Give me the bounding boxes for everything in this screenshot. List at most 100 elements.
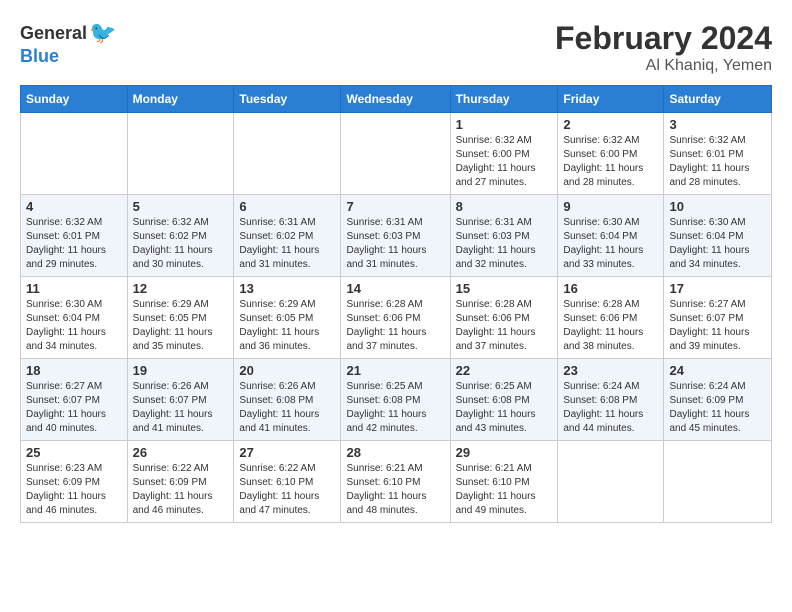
day-info: Sunrise: 6:27 AMSunset: 6:07 PMDaylight:…	[26, 380, 122, 436]
day-cell: 25 Sunrise: 6:23 AMSunset: 6:09 PMDayligh…	[21, 441, 128, 523]
day-number: 8	[456, 199, 553, 214]
title-section: February 2024 Al Khaniq, Yemen	[555, 20, 772, 75]
day-info: Sunrise: 6:26 AMSunset: 6:07 PMDaylight:…	[133, 380, 229, 436]
day-number: 28	[346, 445, 444, 460]
day-info: Sunrise: 6:28 AMSunset: 6:06 PMDaylight:…	[563, 298, 658, 354]
column-header-tuesday: Tuesday	[234, 86, 341, 113]
day-cell	[558, 441, 664, 523]
day-number: 4	[26, 199, 122, 214]
day-cell: 14 Sunrise: 6:28 AMSunset: 6:06 PMDayligh…	[341, 277, 450, 359]
day-cell: 12 Sunrise: 6:29 AMSunset: 6:05 PMDayligh…	[127, 277, 234, 359]
day-info: Sunrise: 6:31 AMSunset: 6:03 PMDaylight:…	[456, 216, 553, 272]
day-cell: 20Sunrise: 6:26 AMSunset: 6:08 PMDayligh…	[234, 359, 341, 441]
day-info: Sunrise: 6:28 AMSunset: 6:06 PMDaylight:…	[456, 298, 553, 354]
week-row-2: 4 Sunrise: 6:32 AMSunset: 6:01 PMDaylight…	[21, 195, 772, 277]
day-info: Sunrise: 6:32 AMSunset: 6:00 PMDaylight:…	[456, 134, 553, 190]
calendar-table: SundayMondayTuesdayWednesdayThursdayFrid…	[20, 85, 772, 523]
day-info: Sunrise: 6:25 AMSunset: 6:08 PMDaylight:…	[456, 380, 553, 436]
day-cell: 22 Sunrise: 6:25 AMSunset: 6:08 PMDayligh…	[450, 359, 558, 441]
day-info: Sunrise: 6:24 AMSunset: 6:09 PMDaylight:…	[669, 380, 766, 436]
day-info: Sunrise: 6:30 AMSunset: 6:04 PMDaylight:…	[26, 298, 122, 354]
column-header-friday: Friday	[558, 86, 664, 113]
day-info: Sunrise: 6:22 AMSunset: 6:10 PMDaylight:…	[239, 462, 335, 518]
day-info: Sunrise: 6:32 AMSunset: 6:01 PMDaylight:…	[669, 134, 766, 190]
day-cell	[341, 113, 450, 195]
day-cell	[234, 113, 341, 195]
logo: General 🐦 Blue	[20, 20, 116, 67]
day-number: 3	[669, 117, 766, 132]
day-cell: 1 Sunrise: 6:32 AMSunset: 6:00 PMDaylight…	[450, 113, 558, 195]
header: General 🐦 Blue February 2024 Al Khaniq, …	[20, 20, 772, 75]
day-info: Sunrise: 6:23 AMSunset: 6:09 PMDaylight:…	[26, 462, 122, 518]
day-cell: 23 Sunrise: 6:24 AMSunset: 6:08 PMDayligh…	[558, 359, 664, 441]
day-number: 19	[133, 363, 229, 378]
day-info: Sunrise: 6:22 AMSunset: 6:09 PMDaylight:…	[133, 462, 229, 518]
day-info: Sunrise: 6:29 AMSunset: 6:05 PMDaylight:…	[133, 298, 229, 354]
day-number: 22	[456, 363, 553, 378]
day-cell: 16 Sunrise: 6:28 AMSunset: 6:06 PMDayligh…	[558, 277, 664, 359]
day-number: 9	[563, 199, 658, 214]
day-cell: 15 Sunrise: 6:28 AMSunset: 6:06 PMDayligh…	[450, 277, 558, 359]
day-cell: 26Sunrise: 6:22 AMSunset: 6:09 PMDayligh…	[127, 441, 234, 523]
day-info: Sunrise: 6:27 AMSunset: 6:07 PMDaylight:…	[669, 298, 766, 354]
day-number: 5	[133, 199, 229, 214]
day-number: 2	[563, 117, 658, 132]
day-cell: 21 Sunrise: 6:25 AMSunset: 6:08 PMDayligh…	[341, 359, 450, 441]
day-cell: 24 Sunrise: 6:24 AMSunset: 6:09 PMDayligh…	[664, 359, 772, 441]
day-number: 14	[346, 281, 444, 296]
day-number: 12	[133, 281, 229, 296]
logo-general: General	[20, 23, 87, 44]
day-number: 23	[563, 363, 658, 378]
day-info: Sunrise: 6:21 AMSunset: 6:10 PMDaylight:…	[346, 462, 444, 518]
column-header-saturday: Saturday	[664, 86, 772, 113]
day-number: 13	[239, 281, 335, 296]
day-info: Sunrise: 6:32 AMSunset: 6:01 PMDaylight:…	[26, 216, 122, 272]
day-info: Sunrise: 6:32 AMSunset: 6:02 PMDaylight:…	[133, 216, 229, 272]
day-cell: 7Sunrise: 6:31 AMSunset: 6:03 PMDaylight…	[341, 195, 450, 277]
day-info: Sunrise: 6:31 AMSunset: 6:03 PMDaylight:…	[346, 216, 444, 272]
day-info: Sunrise: 6:21 AMSunset: 6:10 PMDaylight:…	[456, 462, 553, 518]
day-number: 20	[239, 363, 335, 378]
day-cell: 2 Sunrise: 6:32 AMSunset: 6:00 PMDaylight…	[558, 113, 664, 195]
calendar-subtitle: Al Khaniq, Yemen	[555, 57, 772, 75]
day-info: Sunrise: 6:25 AMSunset: 6:08 PMDaylight:…	[346, 380, 444, 436]
day-number: 27	[239, 445, 335, 460]
calendar-title: February 2024	[555, 20, 772, 57]
day-number: 1	[456, 117, 553, 132]
day-cell: 3 Sunrise: 6:32 AMSunset: 6:01 PMDaylight…	[664, 113, 772, 195]
day-number: 10	[669, 199, 766, 214]
week-row-5: 25 Sunrise: 6:23 AMSunset: 6:09 PMDayligh…	[21, 441, 772, 523]
logo-blue: Blue	[20, 46, 59, 67]
day-number: 25	[26, 445, 122, 460]
day-cell: 28 Sunrise: 6:21 AMSunset: 6:10 PMDayligh…	[341, 441, 450, 523]
day-cell: 10Sunrise: 6:30 AMSunset: 6:04 PMDayligh…	[664, 195, 772, 277]
column-header-monday: Monday	[127, 86, 234, 113]
day-number: 24	[669, 363, 766, 378]
day-number: 15	[456, 281, 553, 296]
day-info: Sunrise: 6:24 AMSunset: 6:08 PMDaylight:…	[563, 380, 658, 436]
day-cell: 9 Sunrise: 6:30 AMSunset: 6:04 PMDaylight…	[558, 195, 664, 277]
day-cell: 13Sunrise: 6:29 AMSunset: 6:05 PMDayligh…	[234, 277, 341, 359]
day-cell: 5 Sunrise: 6:32 AMSunset: 6:02 PMDaylight…	[127, 195, 234, 277]
week-row-3: 11 Sunrise: 6:30 AMSunset: 6:04 PMDayligh…	[21, 277, 772, 359]
column-header-wednesday: Wednesday	[341, 86, 450, 113]
day-number: 18	[26, 363, 122, 378]
day-number: 11	[26, 281, 122, 296]
week-row-1: 1 Sunrise: 6:32 AMSunset: 6:00 PMDaylight…	[21, 113, 772, 195]
day-number: 6	[239, 199, 335, 214]
week-row-4: 18 Sunrise: 6:27 AMSunset: 6:07 PMDayligh…	[21, 359, 772, 441]
day-info: Sunrise: 6:32 AMSunset: 6:00 PMDaylight:…	[563, 134, 658, 190]
header-row: SundayMondayTuesdayWednesdayThursdayFrid…	[21, 86, 772, 113]
day-cell	[664, 441, 772, 523]
day-cell: 6 Sunrise: 6:31 AMSunset: 6:02 PMDaylight…	[234, 195, 341, 277]
day-cell: 17Sunrise: 6:27 AMSunset: 6:07 PMDayligh…	[664, 277, 772, 359]
column-header-sunday: Sunday	[21, 86, 128, 113]
day-info: Sunrise: 6:31 AMSunset: 6:02 PMDaylight:…	[239, 216, 335, 272]
day-cell: 11 Sunrise: 6:30 AMSunset: 6:04 PMDayligh…	[21, 277, 128, 359]
day-info: Sunrise: 6:30 AMSunset: 6:04 PMDaylight:…	[563, 216, 658, 272]
column-header-thursday: Thursday	[450, 86, 558, 113]
day-number: 16	[563, 281, 658, 296]
day-number: 21	[346, 363, 444, 378]
day-info: Sunrise: 6:28 AMSunset: 6:06 PMDaylight:…	[346, 298, 444, 354]
day-cell: 27 Sunrise: 6:22 AMSunset: 6:10 PMDayligh…	[234, 441, 341, 523]
